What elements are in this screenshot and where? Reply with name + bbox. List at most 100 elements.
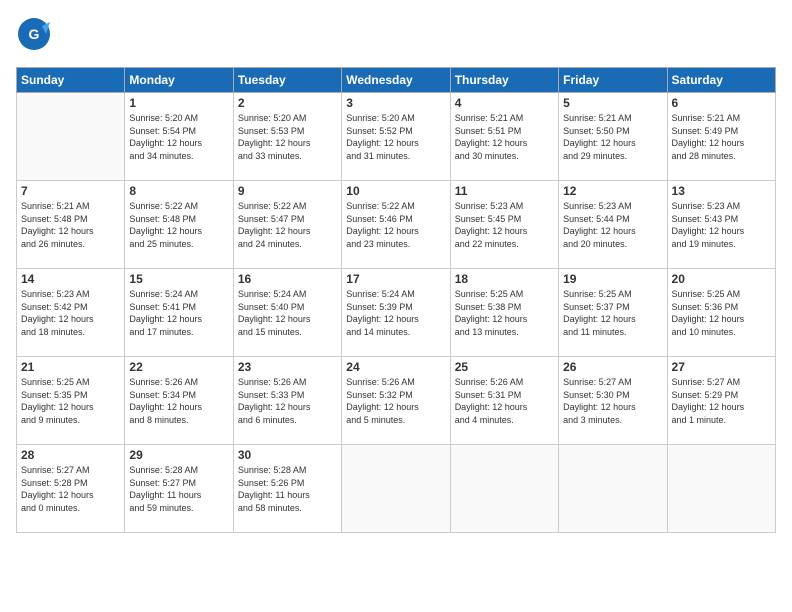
days-of-week-row: SundayMondayTuesdayWednesdayThursdayFrid… — [17, 68, 776, 93]
calendar-cell — [667, 445, 775, 533]
calendar-cell: 18Sunrise: 5:25 AMSunset: 5:38 PMDayligh… — [450, 269, 558, 357]
day-number: 14 — [21, 272, 120, 286]
calendar-cell: 27 Sunrise: 5:27 AMSunset: 5:29 PMDayligh… — [667, 357, 775, 445]
day-number: 4 — [455, 96, 554, 110]
day-number: 27 — [672, 360, 771, 374]
cell-info: Sunrise: 5:22 AMSunset: 5:46 PMDaylight:… — [346, 200, 445, 250]
calendar-cell: 2 Sunrise: 5:20 AMSunset: 5:53 PMDaylight… — [233, 93, 341, 181]
calendar-week-row: 14 Sunrise: 5:23 AMSunset: 5:42 PMDayligh… — [17, 269, 776, 357]
calendar-week-row: 28Sunrise: 5:27 AMSunset: 5:28 PMDayligh… — [17, 445, 776, 533]
day-number: 17 — [346, 272, 445, 286]
calendar-cell: 4 Sunrise: 5:21 AMSunset: 5:51 PMDaylight… — [450, 93, 558, 181]
cell-info: Sunrise: 5:26 AMSunset: 5:31 PMDaylight:… — [455, 376, 554, 426]
day-number: 21 — [21, 360, 120, 374]
day-number: 7 — [21, 184, 120, 198]
day-number: 11 — [455, 184, 554, 198]
cell-info: Sunrise: 5:24 AMSunset: 5:40 PMDaylight:… — [238, 288, 337, 338]
cell-info: Sunrise: 5:23 AMSunset: 5:44 PMDaylight:… — [563, 200, 662, 250]
day-number: 19 — [563, 272, 662, 286]
day-number: 22 — [129, 360, 228, 374]
day-of-week-header: Saturday — [667, 68, 775, 93]
calendar-cell: 15 Sunrise: 5:24 AMSunset: 5:41 PMDayligh… — [125, 269, 233, 357]
cell-info: Sunrise: 5:27 AMSunset: 5:29 PMDaylight:… — [672, 376, 771, 426]
calendar-cell: 19 Sunrise: 5:25 AMSunset: 5:37 PMDayligh… — [559, 269, 667, 357]
day-number: 28 — [21, 448, 120, 462]
calendar-body: 1 Sunrise: 5:20 AMSunset: 5:54 PMDaylight… — [17, 93, 776, 533]
day-number: 10 — [346, 184, 445, 198]
calendar-cell: 25Sunrise: 5:26 AMSunset: 5:31 PMDayligh… — [450, 357, 558, 445]
calendar-cell: 13 Sunrise: 5:23 AMSunset: 5:43 PMDayligh… — [667, 181, 775, 269]
calendar-cell: 14 Sunrise: 5:23 AMSunset: 5:42 PMDayligh… — [17, 269, 125, 357]
cell-info: Sunrise: 5:22 AMSunset: 5:48 PMDaylight:… — [129, 200, 228, 250]
day-number: 20 — [672, 272, 771, 286]
calendar-cell: 10 Sunrise: 5:22 AMSunset: 5:46 PMDayligh… — [342, 181, 450, 269]
calendar-table: SundayMondayTuesdayWednesdayThursdayFrid… — [16, 67, 776, 533]
day-number: 16 — [238, 272, 337, 286]
cell-info: Sunrise: 5:25 AMSunset: 5:35 PMDaylight:… — [21, 376, 120, 426]
day-of-week-header: Monday — [125, 68, 233, 93]
cell-info: Sunrise: 5:25 AMSunset: 5:36 PMDaylight:… — [672, 288, 771, 338]
day-of-week-header: Tuesday — [233, 68, 341, 93]
cell-info: Sunrise: 5:23 AMSunset: 5:43 PMDaylight:… — [672, 200, 771, 250]
cell-info: Sunrise: 5:20 AMSunset: 5:54 PMDaylight:… — [129, 112, 228, 162]
cell-info: Sunrise: 5:23 AMSunset: 5:42 PMDaylight:… — [21, 288, 120, 338]
calendar-cell: 30Sunrise: 5:28 AMSunset: 5:26 PMDayligh… — [233, 445, 341, 533]
day-number: 18 — [455, 272, 554, 286]
cell-info: Sunrise: 5:26 AMSunset: 5:32 PMDaylight:… — [346, 376, 445, 426]
calendar-cell: 16 Sunrise: 5:24 AMSunset: 5:40 PMDayligh… — [233, 269, 341, 357]
day-number: 13 — [672, 184, 771, 198]
cell-info: Sunrise: 5:21 AMSunset: 5:48 PMDaylight:… — [21, 200, 120, 250]
calendar-week-row: 21 Sunrise: 5:25 AMSunset: 5:35 PMDayligh… — [17, 357, 776, 445]
day-of-week-header: Sunday — [17, 68, 125, 93]
day-number: 6 — [672, 96, 771, 110]
day-of-week-header: Thursday — [450, 68, 558, 93]
calendar-cell: 3Sunrise: 5:20 AMSunset: 5:52 PMDaylight… — [342, 93, 450, 181]
calendar-cell: 5Sunrise: 5:21 AMSunset: 5:50 PMDaylight… — [559, 93, 667, 181]
cell-info: Sunrise: 5:26 AMSunset: 5:33 PMDaylight:… — [238, 376, 337, 426]
calendar-cell — [450, 445, 558, 533]
cell-info: Sunrise: 5:25 AMSunset: 5:37 PMDaylight:… — [563, 288, 662, 338]
day-number: 23 — [238, 360, 337, 374]
calendar-cell: 26 Sunrise: 5:27 AMSunset: 5:30 PMDayligh… — [559, 357, 667, 445]
day-number: 15 — [129, 272, 228, 286]
calendar-week-row: 1 Sunrise: 5:20 AMSunset: 5:54 PMDaylight… — [17, 93, 776, 181]
day-number: 26 — [563, 360, 662, 374]
calendar-cell — [342, 445, 450, 533]
day-number: 12 — [563, 184, 662, 198]
cell-info: Sunrise: 5:24 AMSunset: 5:39 PMDaylight:… — [346, 288, 445, 338]
calendar-cell: 21 Sunrise: 5:25 AMSunset: 5:35 PMDayligh… — [17, 357, 125, 445]
calendar-cell: 17 Sunrise: 5:24 AMSunset: 5:39 PMDayligh… — [342, 269, 450, 357]
day-number: 9 — [238, 184, 337, 198]
calendar-cell — [559, 445, 667, 533]
cell-info: Sunrise: 5:28 AMSunset: 5:26 PMDaylight:… — [238, 464, 337, 514]
cell-info: Sunrise: 5:20 AMSunset: 5:53 PMDaylight:… — [238, 112, 337, 162]
day-number: 2 — [238, 96, 337, 110]
cell-info: Sunrise: 5:23 AMSunset: 5:45 PMDaylight:… — [455, 200, 554, 250]
calendar-cell: 28Sunrise: 5:27 AMSunset: 5:28 PMDayligh… — [17, 445, 125, 533]
calendar-cell: 7 Sunrise: 5:21 AMSunset: 5:48 PMDaylight… — [17, 181, 125, 269]
calendar-cell: 23 Sunrise: 5:26 AMSunset: 5:33 PMDayligh… — [233, 357, 341, 445]
cell-info: Sunrise: 5:21 AMSunset: 5:50 PMDaylight:… — [563, 112, 662, 162]
svg-text:G: G — [29, 26, 40, 42]
calendar-cell: 12 Sunrise: 5:23 AMSunset: 5:44 PMDayligh… — [559, 181, 667, 269]
calendar-cell: 20 Sunrise: 5:25 AMSunset: 5:36 PMDayligh… — [667, 269, 775, 357]
header: G — [16, 16, 776, 57]
logo-icon: G — [16, 16, 52, 52]
cell-info: Sunrise: 5:22 AMSunset: 5:47 PMDaylight:… — [238, 200, 337, 250]
calendar-cell: 29 Sunrise: 5:28 AMSunset: 5:27 PMDayligh… — [125, 445, 233, 533]
day-number: 29 — [129, 448, 228, 462]
day-number: 1 — [129, 96, 228, 110]
day-of-week-header: Wednesday — [342, 68, 450, 93]
logo: G — [16, 16, 56, 57]
calendar-cell: 6Sunrise: 5:21 AMSunset: 5:49 PMDaylight… — [667, 93, 775, 181]
calendar-cell: 22Sunrise: 5:26 AMSunset: 5:34 PMDayligh… — [125, 357, 233, 445]
calendar-week-row: 7 Sunrise: 5:21 AMSunset: 5:48 PMDaylight… — [17, 181, 776, 269]
calendar-cell: 24 Sunrise: 5:26 AMSunset: 5:32 PMDayligh… — [342, 357, 450, 445]
cell-info: Sunrise: 5:20 AMSunset: 5:52 PMDaylight:… — [346, 112, 445, 162]
day-number: 8 — [129, 184, 228, 198]
cell-info: Sunrise: 5:28 AMSunset: 5:27 PMDaylight:… — [129, 464, 228, 514]
cell-info: Sunrise: 5:24 AMSunset: 5:41 PMDaylight:… — [129, 288, 228, 338]
cell-info: Sunrise: 5:27 AMSunset: 5:30 PMDaylight:… — [563, 376, 662, 426]
day-number: 24 — [346, 360, 445, 374]
cell-info: Sunrise: 5:21 AMSunset: 5:51 PMDaylight:… — [455, 112, 554, 162]
